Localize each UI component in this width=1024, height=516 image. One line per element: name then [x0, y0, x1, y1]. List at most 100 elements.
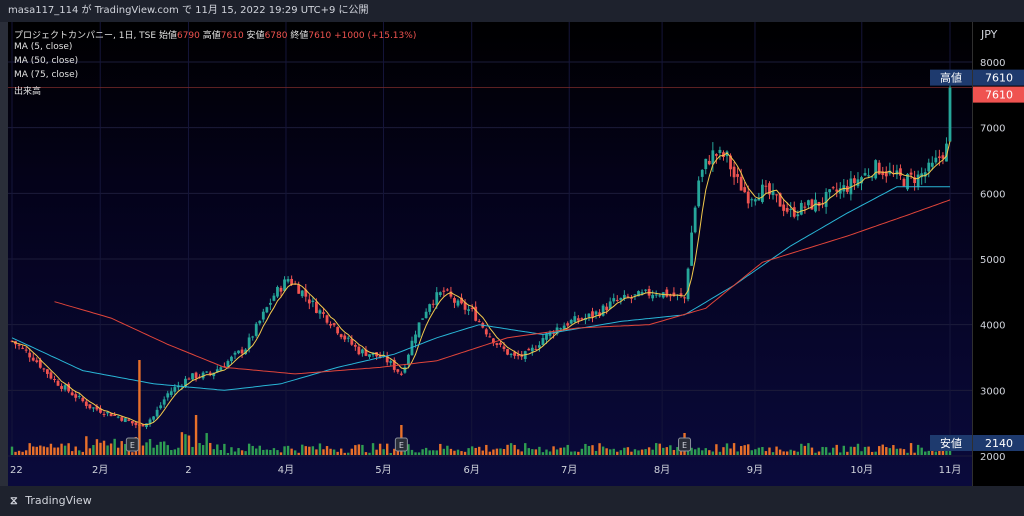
volume-bar [870, 451, 874, 455]
volume-bar [662, 447, 665, 455]
candle-body [693, 207, 697, 233]
legend-ma75[interactable]: MA (75, close) [14, 70, 78, 80]
volume-bar [647, 447, 651, 455]
volume-bar [10, 446, 14, 455]
candle-body [814, 199, 817, 212]
volume-bar [166, 445, 169, 455]
volume-bar [389, 452, 392, 455]
x-tick-label: 8月 [654, 464, 670, 476]
volume-bar [644, 449, 647, 455]
legend-high-label: 高値 [202, 31, 221, 41]
x-tick-label: 6月 [464, 464, 480, 476]
candle-body [63, 385, 67, 390]
candle-body [60, 386, 63, 389]
candle-body [683, 297, 686, 299]
legend-open-label: 始値 [158, 31, 177, 41]
volume-bar [42, 446, 46, 455]
volume-bar [201, 445, 205, 455]
volume-bar [782, 451, 785, 455]
volume-bar [768, 447, 771, 455]
volume-bar [750, 450, 753, 455]
volume-bar [109, 443, 113, 455]
chart-plot-area[interactable]: E E E 22 2月 2 4月 5月 6月 7月 8月 9月 10月 11月 高値 安値 [8, 22, 972, 486]
volume-bar [120, 441, 123, 455]
volume-bar [386, 443, 389, 455]
volume-bar [803, 445, 807, 455]
candle-body [899, 168, 902, 176]
volume-bar [729, 448, 732, 455]
volume-bar [230, 447, 233, 455]
volume-bar [212, 449, 215, 455]
volume-bar [658, 443, 661, 455]
volume-bar [272, 448, 276, 455]
volume-bar [924, 451, 927, 455]
y-tick-label: 4000 [980, 321, 1005, 332]
volume-bar [785, 451, 789, 455]
candle-body [654, 294, 658, 296]
volume-bar [485, 444, 488, 455]
legend-volume[interactable]: 出来高 [14, 84, 41, 97]
volume-bar [375, 449, 378, 455]
legend-ma5[interactable]: MA (5, close) [14, 42, 72, 52]
volume-bar [378, 443, 382, 455]
volume-bar [173, 449, 177, 455]
candle-body [937, 156, 941, 158]
volume-bar [311, 446, 315, 455]
publish-header-text: masa117_114 が TradingView.com で 11月 15, … [8, 5, 369, 16]
volume-bar [902, 449, 906, 455]
volume-bar [325, 446, 329, 455]
volume-bar [881, 444, 884, 455]
volume-bar [262, 449, 265, 455]
volume-bar [78, 450, 81, 455]
candle-body [130, 421, 134, 424]
volume-bar [655, 443, 658, 455]
volume-bar [637, 450, 640, 455]
legend-close-label: 終値 [290, 31, 309, 41]
candle-body [230, 356, 233, 362]
candle-body [45, 369, 49, 374]
volume-bar [562, 447, 566, 455]
volume-bar [474, 447, 477, 455]
candle-body [665, 289, 669, 297]
volume-bar [570, 451, 573, 455]
volume-bar [92, 445, 95, 455]
candle-body [445, 289, 449, 291]
candle-body [714, 154, 718, 156]
volume-bar [888, 448, 892, 455]
volume-bar [67, 443, 70, 455]
volume-bar [177, 447, 180, 455]
candle-body [753, 199, 757, 202]
volume-bar [764, 451, 768, 455]
legend-ma50[interactable]: MA (50, close) [14, 56, 78, 66]
candle-body [690, 232, 694, 266]
volume-bar [885, 447, 888, 455]
volume-bar [180, 432, 184, 455]
volume-bar [456, 449, 460, 455]
volume-bar [623, 447, 626, 455]
volume-bar [70, 451, 74, 455]
volume-bar [414, 452, 417, 455]
x-tick-label: 2月 [92, 464, 108, 476]
volume-bar [778, 449, 782, 455]
candle-body [615, 299, 619, 301]
y-tick-label: 8000 [980, 58, 1005, 69]
price-axis-svg: JPY 2000 3000 4000 5000 6000 7000 8000 7610 7610 2… [973, 28, 1024, 463]
x-tick-label: 10月 [850, 464, 873, 476]
price-axis[interactable]: JPY 2000 3000 4000 5000 6000 7000 8000 7610 7610 2… [972, 22, 1024, 486]
volume-bar [867, 446, 870, 455]
low-marker-label: 安値 [940, 436, 962, 450]
volume-bar [541, 452, 545, 455]
volume-bar [219, 450, 223, 455]
volume-bar [131, 452, 134, 455]
tradingview-footer: ⧖ TradingView [0, 486, 1024, 516]
legend-high-value: 7610 [220, 31, 244, 41]
volume-bar [835, 444, 838, 455]
volume-bar [651, 449, 654, 455]
volume-bar [226, 452, 230, 455]
volume-bar [538, 446, 541, 455]
volume-bar [520, 451, 523, 455]
candle-body [764, 185, 768, 187]
volume-bar [839, 452, 842, 455]
volume-bar [916, 444, 920, 455]
candle-body [538, 345, 541, 348]
